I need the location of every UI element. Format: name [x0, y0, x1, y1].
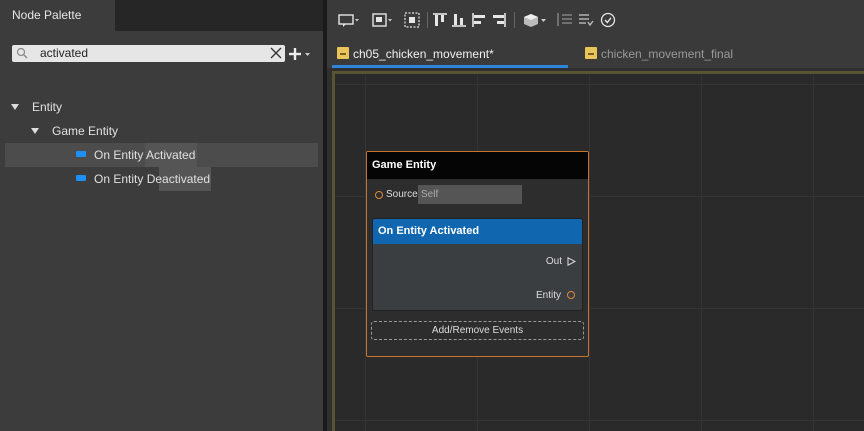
- validate-icon[interactable]: [600, 12, 616, 28]
- execution-out-pin-icon[interactable]: [567, 257, 576, 266]
- expand-triangle-icon[interactable]: [31, 128, 39, 134]
- tree-item-on-entity-activated[interactable]: On Entity Activated: [5, 143, 318, 167]
- tree-label: Game Entity: [52, 124, 119, 138]
- search-input-value: activated: [40, 46, 89, 60]
- node-type-icon: [76, 175, 86, 181]
- script-file-icon: [585, 47, 597, 59]
- node-type-icon: [76, 151, 86, 157]
- toolbar-separator: [427, 12, 428, 28]
- align-top-icon[interactable]: [432, 12, 448, 28]
- group-icon[interactable]: [372, 12, 394, 28]
- align-left-icon[interactable]: [471, 12, 487, 28]
- tab-label: chicken_movement_final: [601, 47, 734, 61]
- node-palette-panel: Node Palette activated Entity Game Entit…: [0, 0, 323, 431]
- document-tab-bar: ch05_chicken_movement* chicken_movement_…: [327, 40, 864, 68]
- tab-chicken-movement-final[interactable]: chicken_movement_final: [580, 43, 798, 68]
- toolbar-separator: [514, 12, 515, 28]
- search-input[interactable]: activated: [12, 45, 285, 62]
- search-icon: [16, 47, 28, 59]
- source-field[interactable]: Self: [418, 185, 522, 204]
- out-label: Out: [545, 256, 562, 267]
- script-file-icon: [337, 47, 349, 59]
- align-right-icon[interactable]: [491, 12, 507, 28]
- script-canvas-editor: Node Palette activated Entity Game Entit…: [0, 0, 864, 431]
- add-remove-events-button[interactable]: Add/Remove Events: [371, 321, 584, 340]
- entity-pin-icon[interactable]: [567, 291, 575, 299]
- tree-label: Entity: [32, 100, 63, 114]
- entity-label: Entity: [535, 290, 561, 301]
- tree-category-entity[interactable]: Entity: [0, 95, 323, 119]
- 3d-view-icon[interactable]: [522, 12, 548, 28]
- expand-triangle-icon[interactable]: [11, 104, 19, 110]
- game-entity-node[interactable]: Game Entity Source Self On Entity Activa…: [366, 151, 589, 357]
- tab-ch05-chicken-movement[interactable]: ch05_chicken_movement*: [332, 43, 568, 68]
- comment-icon[interactable]: [338, 12, 360, 28]
- list-check-icon[interactable]: [578, 12, 594, 28]
- panel-tab-bar: Node Palette: [0, 0, 323, 31]
- tree-category-game-entity[interactable]: Game Entity: [0, 119, 323, 143]
- clear-search-icon[interactable]: [270, 47, 282, 59]
- graph-toolbar: [327, 0, 864, 40]
- select-icon[interactable]: [404, 12, 420, 28]
- tree-label: On Entity Deactivated: [94, 172, 211, 186]
- event-slot-on-entity-activated[interactable]: On Entity Activated Out Entity: [372, 218, 583, 311]
- node-palette-tab[interactable]: Node Palette: [0, 0, 115, 31]
- add-node-dropdown-icon[interactable]: [288, 46, 312, 62]
- source-pin-icon[interactable]: [375, 191, 383, 199]
- tree-label: On Entity Activated: [94, 148, 196, 162]
- tab-label: ch05_chicken_movement*: [353, 47, 494, 61]
- node-title[interactable]: Game Entity: [367, 152, 588, 179]
- event-title[interactable]: On Entity Activated: [373, 219, 582, 244]
- align-bottom-icon[interactable]: [451, 12, 467, 28]
- active-tab-indicator: [332, 65, 568, 68]
- source-label: Source: [386, 189, 418, 200]
- tree-item-on-entity-deactivated[interactable]: On Entity Deactivated: [5, 167, 318, 191]
- list-icon[interactable]: [557, 12, 573, 28]
